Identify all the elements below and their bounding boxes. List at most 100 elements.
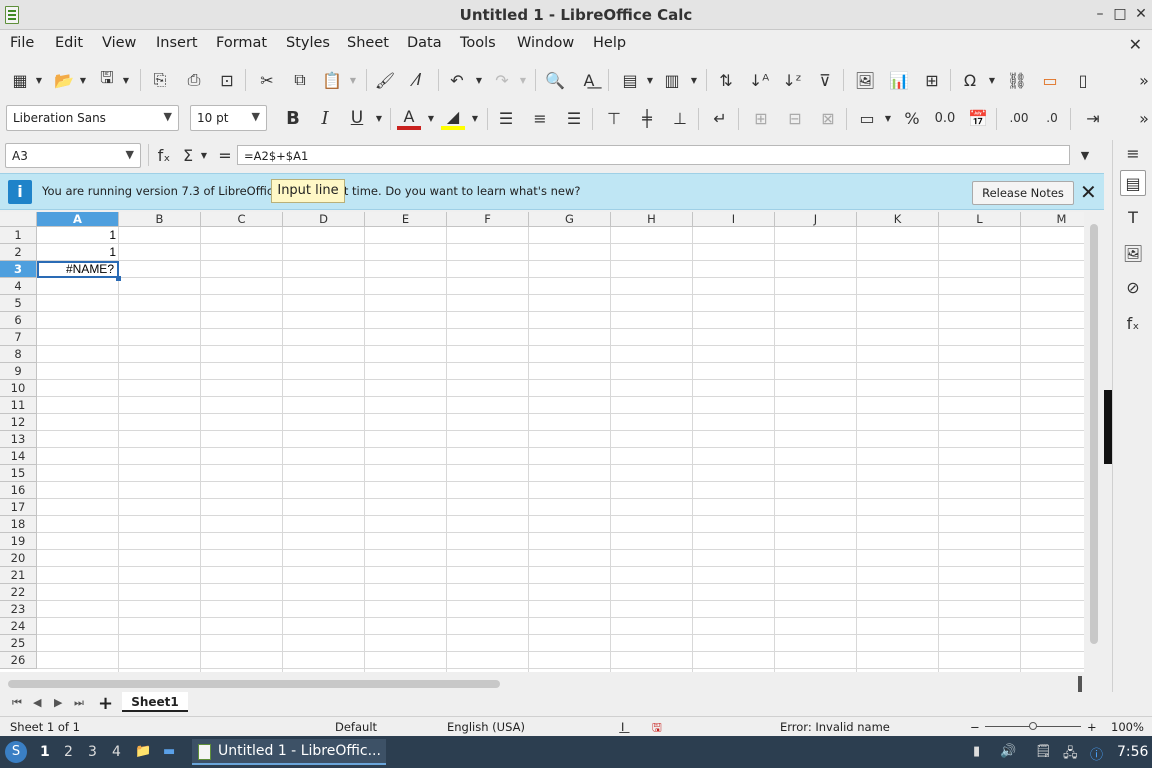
page-style[interactable]: Default (335, 720, 377, 734)
row-header-15[interactable]: 15 (0, 465, 37, 482)
menu-help[interactable]: Help (593, 35, 626, 51)
file-manager-icon[interactable]: 📁 (135, 744, 151, 759)
column-header-l[interactable]: L (939, 212, 1021, 227)
zoom-in-icon[interactable]: + (1087, 720, 1097, 734)
sort-ascending-icon[interactable]: ↓ᴬ (747, 68, 771, 92)
wrap-text-icon[interactable]: ↵ (708, 106, 732, 130)
date-format-icon[interactable]: 📅 (966, 106, 990, 130)
vertical-scroll-thumb[interactable] (1090, 224, 1098, 644)
spelling-icon[interactable]: A͟ (577, 68, 601, 92)
column-dropdown-icon[interactable]: ▼ (689, 68, 699, 92)
cut-icon[interactable]: ✂ (255, 68, 279, 92)
navigator-icon[interactable]: ⊘ (1120, 274, 1146, 300)
first-sheet-icon[interactable]: ⏮ (12, 696, 22, 710)
formatting-overflow-icon[interactable]: » (1132, 106, 1152, 130)
find-replace-icon[interactable]: 🔍 (543, 68, 567, 92)
print-icon[interactable]: ⎙ (182, 68, 206, 92)
open-icon[interactable]: 📂 (52, 68, 76, 92)
menu-view[interactable]: View (102, 35, 136, 51)
text-language[interactable]: English (USA) (447, 720, 525, 734)
sidebar-toggle-handle[interactable] (1104, 390, 1112, 464)
menu-styles[interactable]: Styles (286, 35, 330, 51)
taskbar-app-calc[interactable]: Untitled 1 - LibreOffic... (192, 739, 386, 765)
row-header-4[interactable]: 4 (0, 278, 37, 295)
select-all-corner[interactable] (0, 212, 37, 227)
bold-icon[interactable]: B (281, 106, 305, 130)
background-color-dropdown-icon[interactable]: ▼ (470, 106, 480, 130)
font-name-dropdown-icon[interactable]: ▼ (164, 110, 172, 123)
merge-cells-icon[interactable]: ⊟ (783, 106, 807, 130)
function-wizard-icon[interactable]: fₓ (152, 143, 176, 167)
menu-sheet[interactable]: Sheet (347, 35, 389, 51)
open-dropdown-icon[interactable]: ▼ (78, 68, 88, 92)
percent-format-icon[interactable]: % (900, 106, 924, 130)
center-vertically-icon[interactable]: ╪ (635, 106, 659, 130)
add-decimal-icon[interactable]: .00 (1007, 106, 1031, 130)
row-header-18[interactable]: 18 (0, 516, 37, 533)
close-window-icon[interactable]: ✕ (1132, 5, 1150, 23)
row-header-8[interactable]: 8 (0, 346, 37, 363)
last-sheet-icon[interactable]: ⏭ (74, 696, 84, 710)
menu-window[interactable]: Window (517, 35, 574, 51)
autofilter-icon[interactable]: ⊽ (813, 68, 837, 92)
menu-insert[interactable]: Insert (156, 35, 198, 51)
headers-footers-icon[interactable]: ▯ (1071, 68, 1095, 92)
toolbar-overflow-icon[interactable]: » (1132, 68, 1152, 92)
volume-icon[interactable]: 🔊 (1000, 744, 1016, 759)
zoom-slider-knob[interactable] (1029, 722, 1037, 730)
print-preview-icon[interactable]: ⊡ (215, 68, 239, 92)
row-header-17[interactable]: 17 (0, 499, 37, 516)
row-header-23[interactable]: 23 (0, 601, 37, 618)
undo-icon[interactable]: ↶ (445, 68, 469, 92)
row-header-14[interactable]: 14 (0, 448, 37, 465)
row-header-6[interactable]: 6 (0, 312, 37, 329)
redo-dropdown-icon[interactable]: ▼ (518, 68, 528, 92)
close-infobar-icon[interactable]: ✕ (1080, 180, 1097, 204)
cell-a2[interactable]: 1 (37, 244, 119, 261)
font-name-box[interactable]: Liberation Sans ▼ (6, 105, 179, 131)
column-header-f[interactable]: F (447, 212, 529, 227)
menu-tools[interactable]: Tools (460, 35, 496, 51)
undo-dropdown-icon[interactable]: ▼ (474, 68, 484, 92)
row-header-16[interactable]: 16 (0, 482, 37, 499)
row-header-5[interactable]: 5 (0, 295, 37, 312)
menu-data[interactable]: Data (407, 35, 442, 51)
hyperlink-icon[interactable]: ⛓ (1005, 68, 1029, 92)
styles-icon[interactable]: T (1120, 204, 1146, 230)
font-size-box[interactable]: 10 pt ▼ (190, 105, 267, 131)
previous-sheet-icon[interactable]: ◀ (33, 696, 41, 709)
zoom-out-icon[interactable]: − (970, 720, 980, 734)
row-header-26[interactable]: 26 (0, 652, 37, 669)
merge-center-icon[interactable]: ⊞ (749, 106, 773, 130)
properties-icon[interactable]: ▤ (1120, 170, 1146, 196)
horizontal-scroll-thumb[interactable] (8, 680, 500, 688)
notes-tray-icon[interactable]: 🗒 (1035, 744, 1052, 759)
column-header-a[interactable]: A (37, 212, 119, 227)
row-header-1[interactable]: 1 (0, 227, 37, 244)
maximize-icon[interactable]: □ (1111, 5, 1129, 23)
selection-mode-icon[interactable]: I͟ (621, 720, 624, 734)
minimize-icon[interactable]: – (1091, 5, 1109, 23)
underline-dropdown-icon[interactable]: ▼ (374, 106, 384, 130)
paste-icon[interactable]: 📋 (320, 68, 344, 92)
row-header-10[interactable]: 10 (0, 380, 37, 397)
row-header-12[interactable]: 12 (0, 414, 37, 431)
row-header-13[interactable]: 13 (0, 431, 37, 448)
start-menu-icon[interactable]: S (5, 741, 27, 763)
new-icon[interactable]: ▦ (8, 68, 32, 92)
close-document-icon[interactable]: ✕ (1129, 35, 1142, 54)
align-left-icon[interactable]: ☰ (494, 106, 518, 130)
workspace-3[interactable]: 3 (88, 744, 97, 760)
insert-chart-icon[interactable]: 📊 (887, 68, 911, 92)
sidebar-menu-icon[interactable]: ≡ (1120, 140, 1146, 166)
row-header-22[interactable]: 22 (0, 584, 37, 601)
row-header-7[interactable]: 7 (0, 329, 37, 346)
workspace-4[interactable]: 4 (112, 744, 121, 760)
row-header-21[interactable]: 21 (0, 567, 37, 584)
clear-formatting-icon[interactable]: 𝐼̸ (407, 68, 431, 92)
paste-dropdown-icon[interactable]: ▼ (348, 68, 358, 92)
sum-icon[interactable]: Σ (176, 143, 200, 167)
align-center-icon[interactable]: ≡ (528, 106, 552, 130)
notification-icon[interactable]: ⓘ (1090, 744, 1103, 763)
align-bottom-icon[interactable]: ⊥ (668, 106, 692, 130)
